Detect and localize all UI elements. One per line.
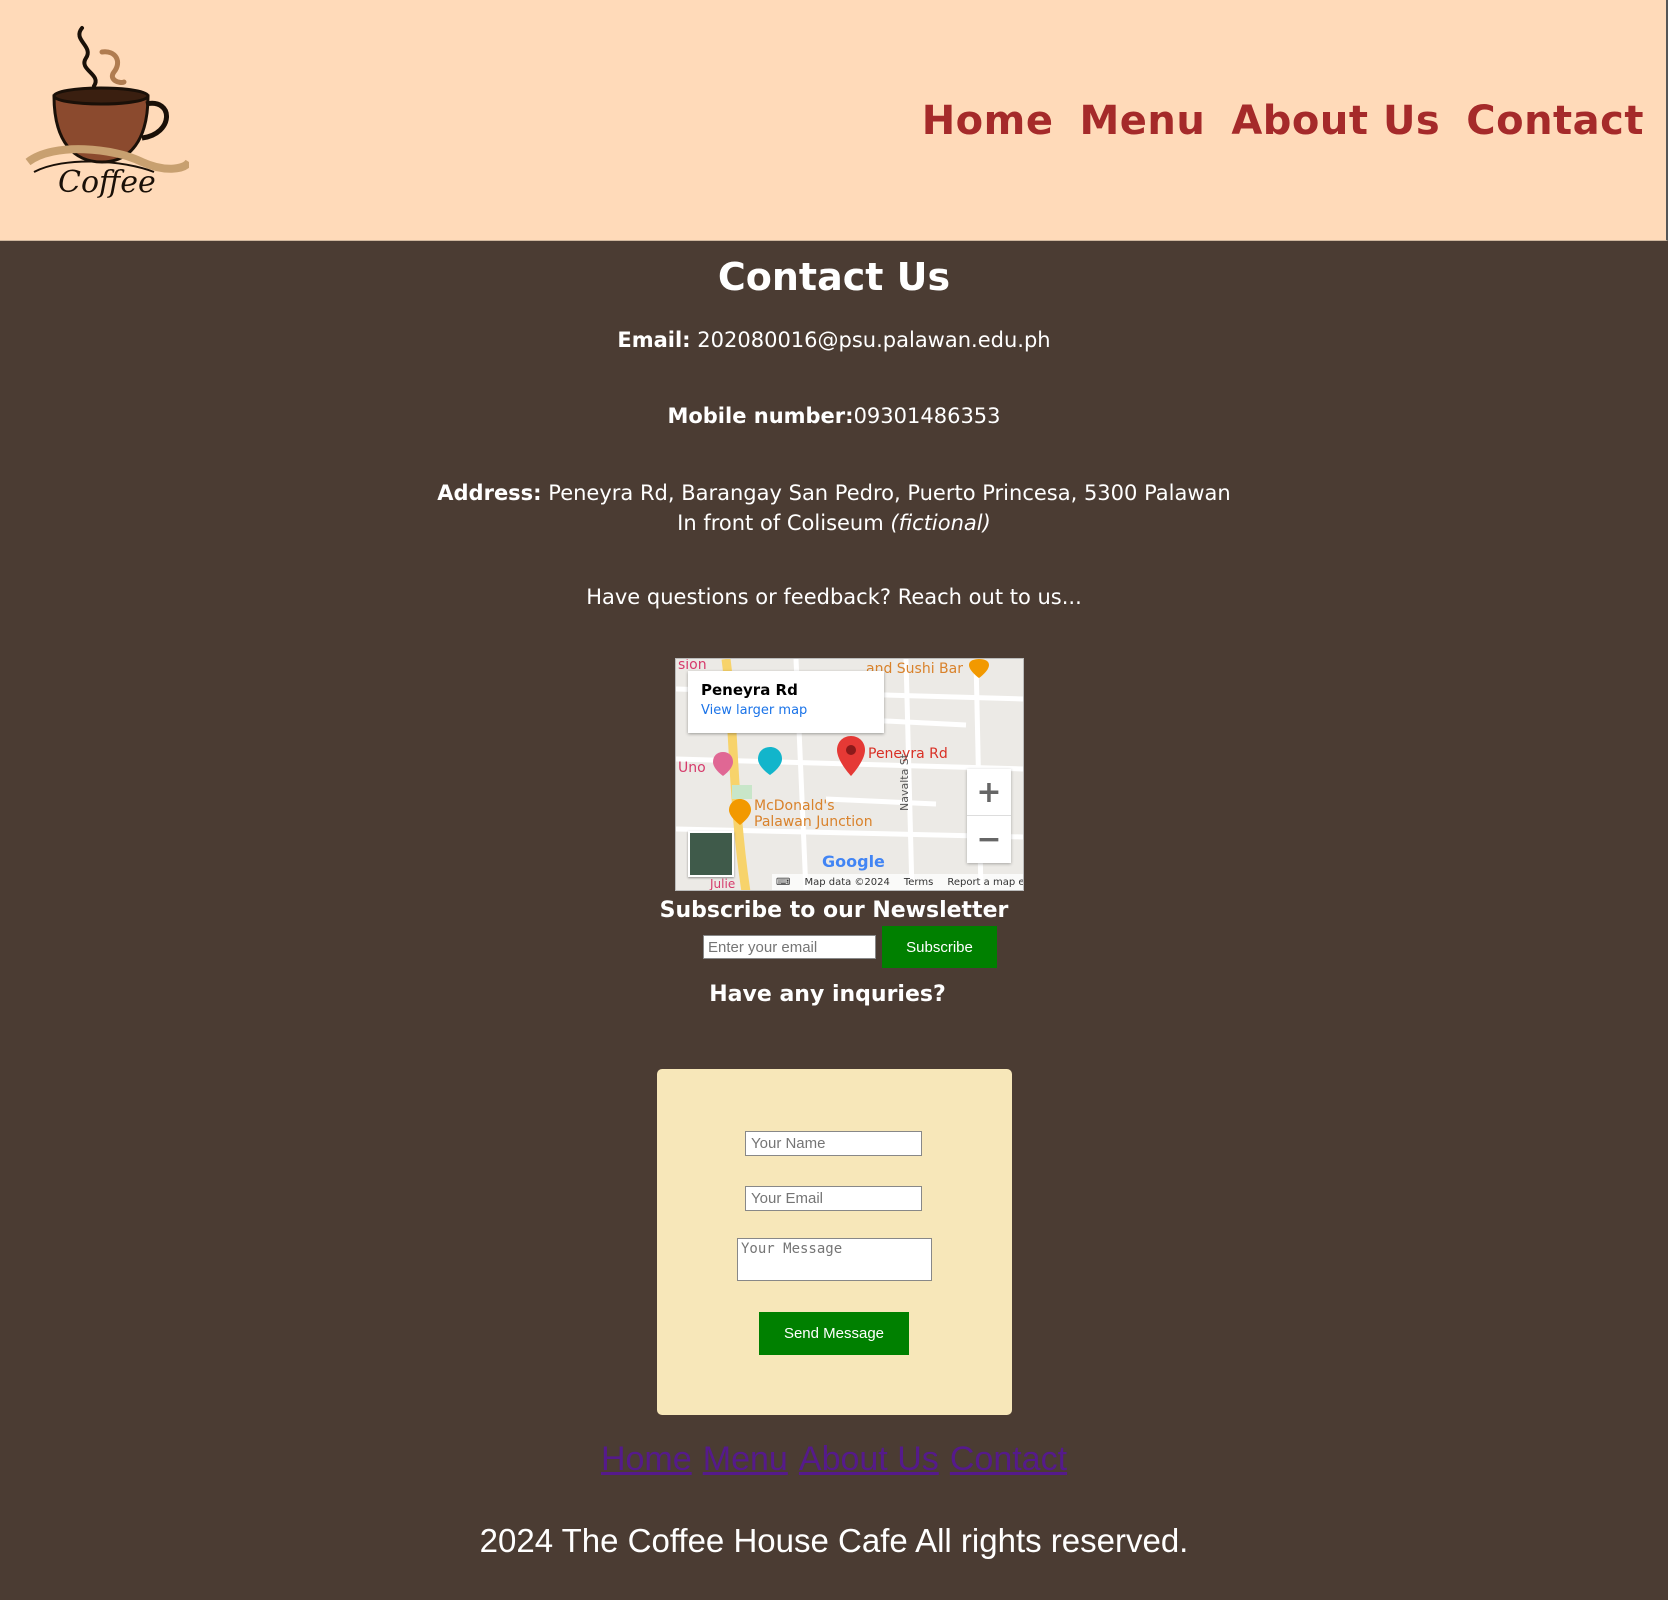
- email-line: Email: 202080016@psu.palawan.edu.ph: [0, 325, 1668, 355]
- zoom-out-button[interactable]: −: [967, 816, 1011, 863]
- restaurant-marker-icon: [729, 799, 751, 825]
- map-poi-label: Palawan Junction: [754, 814, 873, 830]
- map-data-text: Map data ©2024: [804, 876, 890, 888]
- satellite-toggle[interactable]: [688, 831, 734, 877]
- restaurant-marker-icon: [969, 659, 989, 678]
- logo-text: Coffee: [58, 165, 156, 200]
- footer-menu-link[interactable]: Menu: [703, 1440, 788, 1478]
- map-poi-label: Julie: [710, 877, 736, 891]
- name-field[interactable]: [745, 1131, 922, 1156]
- coffee-logo[interactable]: Coffee: [24, 22, 193, 217]
- footer-nav: Home Menu About Us Contact: [0, 1440, 1668, 1479]
- newsletter-email-input[interactable]: [703, 935, 876, 959]
- nav-home-link[interactable]: Home: [922, 98, 1054, 144]
- copyright-text: 2024 The Coffee House Cafe All rights re…: [479, 1522, 1189, 1559]
- map-pin-icon[interactable]: [836, 735, 866, 777]
- terms-link[interactable]: Terms: [904, 877, 933, 888]
- newsletter-title: Subscribe to our Newsletter: [659, 898, 1009, 923]
- hotel-marker-icon: [713, 752, 733, 776]
- address-value: Peneyra Rd, Barangay San Pedro, Puerto P…: [548, 481, 1231, 505]
- mobile-value: 09301486353: [853, 404, 1001, 428]
- mobile-label: Mobile number:: [667, 404, 854, 428]
- nav-contact-link[interactable]: Contact: [1466, 98, 1644, 144]
- map-poi-label: McDonald's: [754, 798, 835, 814]
- inquiry-form: Send Message: [657, 1069, 1012, 1415]
- page-title: Contact Us: [717, 255, 951, 299]
- main-nav: Home Menu About Us Contact: [922, 98, 1644, 144]
- send-message-button[interactable]: Send Message: [759, 1312, 909, 1355]
- nav-menu-link[interactable]: Menu: [1079, 98, 1205, 144]
- nav-about-link[interactable]: About Us: [1231, 98, 1440, 144]
- footer-contact-link[interactable]: Contact: [950, 1440, 1067, 1478]
- google-logo: Google: [822, 852, 885, 871]
- view-larger-map-link[interactable]: View larger map: [701, 703, 871, 718]
- email-field[interactable]: [745, 1186, 922, 1211]
- inquiry-title: Have any inquries?: [709, 982, 946, 1007]
- map-zoom-controls: + −: [967, 769, 1011, 863]
- report-error-link[interactable]: Report a map error: [947, 877, 1023, 888]
- map-footer: ⌨ Map data ©2024 Terms Report a map erro…: [772, 874, 1023, 890]
- subscribe-button[interactable]: Subscribe: [882, 926, 997, 968]
- site-header: Coffee Home Menu About Us Contact: [0, 0, 1668, 241]
- message-field[interactable]: [737, 1238, 932, 1281]
- address-note: (fictional): [890, 511, 991, 535]
- footer-about-link[interactable]: About Us: [799, 1440, 939, 1478]
- address-line2: In front of Coliseum: [677, 511, 884, 535]
- keyboard-icon[interactable]: ⌨: [776, 877, 790, 888]
- landmark-marker-icon: [758, 747, 782, 775]
- mobile-line: Mobile number:09301486353: [0, 401, 1668, 431]
- embedded-map[interactable]: sion and Sushi Bar Uno McDonald's Palawa…: [675, 658, 1024, 891]
- map-street-label: Navalta St: [898, 753, 911, 811]
- map-place-title: Peneyra Rd: [701, 681, 798, 699]
- map-poi-label: Uno: [678, 760, 706, 776]
- footer-home-link[interactable]: Home: [601, 1440, 692, 1478]
- zoom-in-button[interactable]: +: [967, 769, 1011, 816]
- email-label: Email:: [617, 328, 691, 352]
- address-line: Address: Peneyra Rd, Barangay San Pedro,…: [0, 478, 1668, 538]
- address-label: Address:: [437, 481, 542, 505]
- contact-cta: Have questions or feedback? Reach out to…: [586, 585, 1082, 609]
- map-info-card: Peneyra Rd View larger map: [688, 671, 884, 733]
- email-value: 202080016@psu.palawan.edu.ph: [697, 328, 1051, 352]
